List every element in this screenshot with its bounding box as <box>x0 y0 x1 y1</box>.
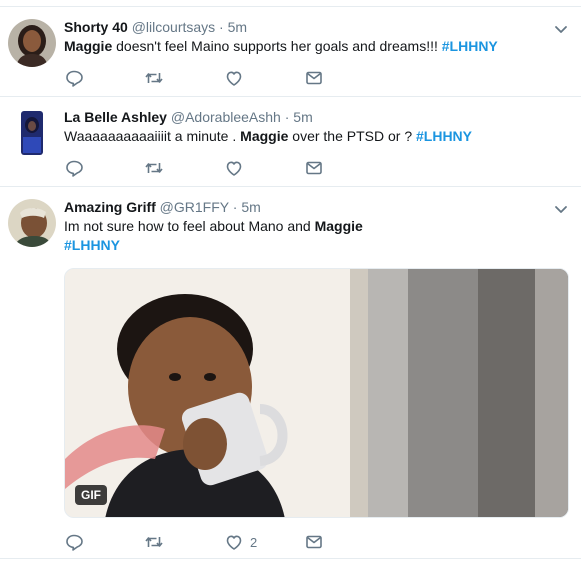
timestamp[interactable]: 5m <box>228 19 247 35</box>
tweet-header: La Belle Ashley @AdorableeAshh · 5m <box>64 108 313 126</box>
tweet-actions: 2 <box>64 532 364 552</box>
retweet-button[interactable] <box>144 158 164 178</box>
reply-icon <box>64 68 84 88</box>
retweet-button[interactable] <box>144 532 164 552</box>
like-button[interactable]: 2 <box>224 532 257 552</box>
user-fullname[interactable]: Amazing Griff <box>64 199 156 215</box>
reply-button[interactable] <box>64 68 84 88</box>
avatar[interactable] <box>8 19 56 67</box>
like-button[interactable] <box>224 68 244 88</box>
tweet-text-body: over the PTSD or ? <box>288 128 416 144</box>
timestamp[interactable]: 5m <box>293 109 312 125</box>
direct-message-icon <box>304 68 324 88</box>
tweet-text-body: Im not sure how to feel about Mano and <box>64 218 315 234</box>
user-handle[interactable]: @AdorableeAshh <box>171 109 281 125</box>
reply-button[interactable] <box>64 532 84 552</box>
direct-message-button[interactable] <box>304 532 324 552</box>
mention-text: Maggie <box>64 38 113 54</box>
tweet-text: Waaaaaaaaaaiiiit a minute . Maggie over … <box>64 127 564 146</box>
like-button[interactable] <box>224 158 244 178</box>
tweet-header: Shorty 40 @lilcourtsays · 5m <box>64 18 247 36</box>
direct-message-button[interactable] <box>304 68 324 88</box>
reply-icon <box>64 532 84 552</box>
tweet-text-body: Waaaaaaaaaaiiiit a minute . <box>64 128 241 144</box>
tweet-actions <box>64 68 364 88</box>
retweet-icon <box>144 158 164 178</box>
tweet-header: Amazing Griff @GR1FFY · 5m <box>64 198 261 216</box>
avatar[interactable] <box>8 109 56 157</box>
user-fullname[interactable]: La Belle Ashley <box>64 109 167 125</box>
gif-media[interactable]: GIF <box>64 268 569 518</box>
separator-dot: · <box>219 19 224 35</box>
caret-down-icon[interactable] <box>553 21 569 37</box>
mention-text: Maggie <box>240 128 289 144</box>
retweet-icon <box>144 532 164 552</box>
reply-icon <box>64 158 84 178</box>
gif-image <box>65 269 568 517</box>
hashtag-link[interactable]: #LHHNY <box>64 237 120 253</box>
timestamp[interactable]: 5m <box>241 199 260 215</box>
hashtag-link[interactable]: #LHHNY <box>442 38 498 54</box>
direct-message-icon <box>304 158 324 178</box>
user-fullname[interactable]: Shorty 40 <box>64 19 128 35</box>
tweet-item[interactable]: Amazing Griff @GR1FFY · 5m Im not sure h… <box>0 187 581 559</box>
like-icon <box>224 68 244 88</box>
gif-badge: GIF <box>75 485 107 505</box>
tweet-text: Maggie doesn't feel Maino supports her g… <box>64 37 564 56</box>
tweet-item[interactable]: Shorty 40 @lilcourtsays · 5m Maggie does… <box>0 7 581 97</box>
mention-text: Maggie <box>314 218 363 234</box>
tweet-item[interactable]: La Belle Ashley @AdorableeAshh · 5m Waaa… <box>0 97 581 187</box>
retweet-button[interactable] <box>144 68 164 88</box>
tweet-text: Im not sure how to feel about Mano and M… <box>64 217 564 255</box>
like-icon <box>224 158 244 178</box>
separator-dot: · <box>284 109 290 125</box>
reply-button[interactable] <box>64 158 84 178</box>
like-count: 2 <box>250 534 258 550</box>
user-handle[interactable]: @GR1FFY <box>160 199 229 215</box>
like-icon <box>224 532 244 552</box>
avatar[interactable] <box>8 199 56 247</box>
caret-down-icon[interactable] <box>553 201 569 217</box>
user-handle[interactable]: @lilcourtsays <box>132 19 215 35</box>
separator-dot: · <box>232 199 238 215</box>
hashtag-link[interactable]: #LHHNY <box>416 128 472 144</box>
direct-message-button[interactable] <box>304 158 324 178</box>
tweet-actions <box>64 158 364 178</box>
tweet-text-body: doesn't feel Maino supports her goals an… <box>112 38 442 54</box>
direct-message-icon <box>304 532 324 552</box>
retweet-icon <box>144 68 164 88</box>
